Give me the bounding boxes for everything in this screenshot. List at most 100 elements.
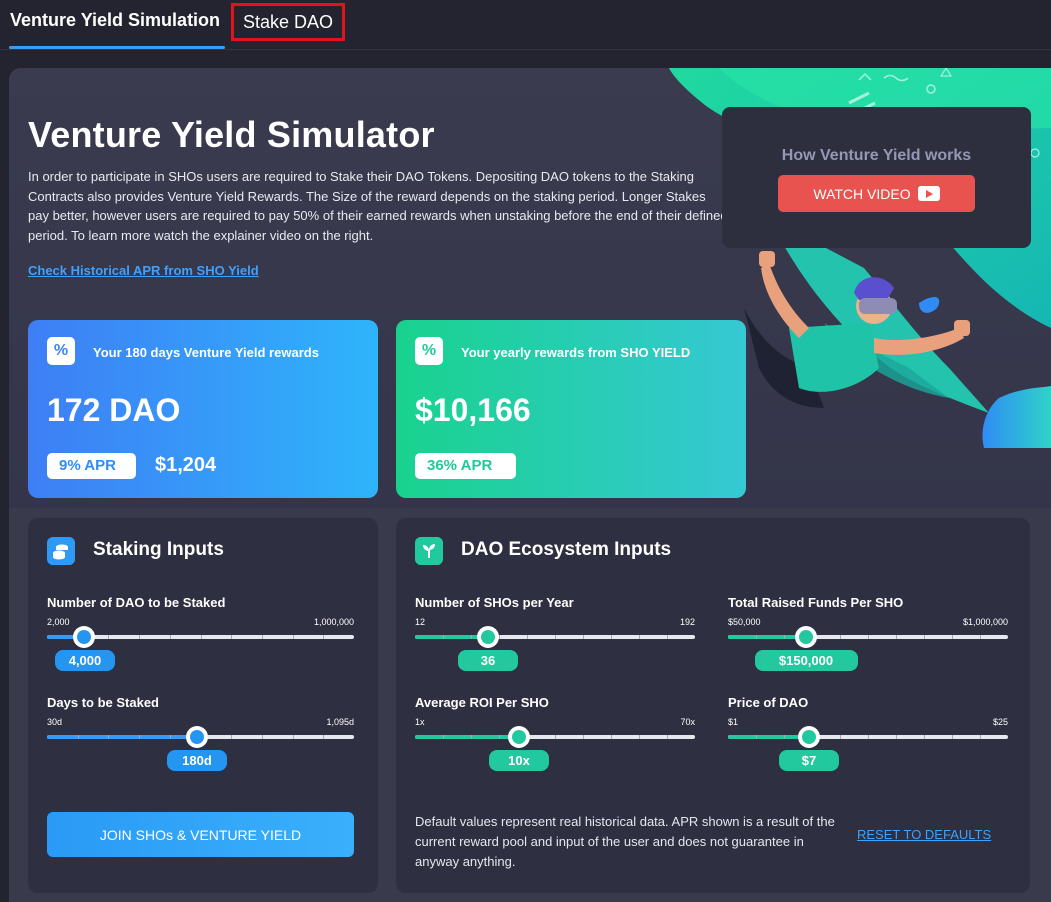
slider-tick [170, 635, 171, 639]
slider-tick [471, 735, 472, 739]
slider-handle[interactable] [73, 626, 95, 648]
slider-tick [868, 635, 869, 639]
slider-max: 70x [680, 717, 695, 727]
slider-tick [611, 735, 612, 739]
slider-value-pill: $150,000 [754, 650, 858, 671]
slider-label: Average ROI Per SHO [415, 695, 549, 710]
slider-value-pill: 36 [458, 650, 518, 671]
slider-tick [924, 735, 925, 739]
slider-max: 192 [679, 617, 695, 627]
slider-tick [262, 735, 263, 739]
slider-track[interactable] [415, 726, 695, 748]
tab-venture-yield-simulation[interactable]: Venture Yield Simulation [10, 10, 220, 31]
apr-badge: 9% APR [47, 453, 136, 479]
slider-fill [47, 735, 197, 739]
slider-tick [443, 635, 444, 639]
slider-tick [471, 635, 472, 639]
tab-stake-dao[interactable]: Stake DAO [231, 3, 345, 41]
watch-video-label: WATCH VIDEO [813, 185, 911, 202]
card-value: 172 DAO [47, 392, 181, 428]
slider-handle[interactable] [795, 626, 817, 648]
slider-value-pill: 4,000 [55, 650, 115, 671]
slider-label: Price of DAO [728, 695, 809, 710]
watch-video-button[interactable]: WATCH VIDEO [778, 175, 975, 212]
slider-min: 1x [415, 717, 425, 727]
hero-description: In order to participate in SHOs users ar… [28, 169, 728, 243]
slider-min: $1 [728, 717, 739, 727]
slider-tick [108, 635, 109, 639]
slider-tick [555, 635, 556, 639]
video-box: How Venture Yield works WATCH VIDEO [722, 107, 1031, 248]
slider-fill [728, 735, 809, 739]
percent-icon: % [415, 337, 443, 365]
slider-tick [231, 635, 232, 639]
slider-handle[interactable] [186, 726, 208, 748]
slider-tick [667, 635, 668, 639]
slider-tick [323, 735, 324, 739]
slider-track[interactable] [47, 726, 354, 748]
slider-tick [231, 735, 232, 739]
slider-tick [293, 635, 294, 639]
slider-track[interactable] [415, 626, 695, 648]
sho-yield-rewards-card: % Your yearly rewards from SHO YIELD $10… [396, 320, 746, 498]
card-label: Your yearly rewards from SHO YIELD [461, 345, 691, 360]
slider-max: 1,000,000 [313, 617, 354, 627]
slider-tick [443, 735, 444, 739]
slider-tick [555, 735, 556, 739]
slider-value-pill: 10x [489, 750, 549, 771]
slider-tick [896, 635, 897, 639]
staking-inputs-title: Staking Inputs [93, 539, 224, 560]
card-value: $10,166 [415, 392, 531, 428]
reset-to-defaults-link[interactable]: RESET TO DEFAULTS [857, 827, 991, 842]
slider-tick [840, 735, 841, 739]
slider-value-pill: $7 [779, 750, 839, 771]
historical-apr-link[interactable]: Check Historical APR from SHO Yield [28, 263, 259, 278]
staking-inputs-panel: Staking Inputs Number of DAO to be Stake… [28, 518, 378, 893]
slider-min: $50,000 [728, 617, 761, 627]
slider-handle[interactable] [477, 626, 499, 648]
apr-badge: 36% APR [415, 453, 516, 479]
slider-tick [980, 735, 981, 739]
slider-tick [611, 635, 612, 639]
tab-stake-dao-label: Stake DAO [242, 11, 334, 32]
slider-tick [201, 635, 202, 639]
slider-tick [78, 735, 79, 739]
slider-min: 30d [47, 717, 63, 727]
slider-handle[interactable] [508, 726, 530, 748]
page-title: Venture Yield Simulator [28, 114, 435, 155]
sprout-icon [415, 537, 443, 565]
dao-ecosystem-inputs-title: DAO Ecosystem Inputs [461, 539, 672, 560]
slider-tick [840, 635, 841, 639]
slider-tick [756, 635, 757, 639]
slider-label: Number of DAO to be Staked [47, 595, 226, 610]
slider-track[interactable] [728, 626, 1008, 648]
slider-tick [499, 735, 500, 739]
slider-tick [952, 735, 953, 739]
slider-tick [170, 735, 171, 739]
join-shos-venture-yield-button[interactable]: JOIN SHOs & VENTURE YIELD [47, 812, 354, 857]
slider-label: Total Raised Funds Per SHO [728, 595, 904, 610]
simulator-panel: Venture Yield Simulator In order to part… [9, 68, 1051, 902]
slider-tick [139, 735, 140, 739]
slider-track[interactable] [47, 626, 354, 648]
slider-track[interactable] [728, 726, 1008, 748]
slider-min: 12 [415, 617, 426, 627]
slider-handle[interactable] [798, 726, 820, 748]
play-icon [917, 186, 940, 201]
slider-min: 2,000 [47, 617, 70, 627]
active-tab-indicator [9, 46, 225, 49]
slider-tick [499, 635, 500, 639]
slider-max: $1,000,000 [962, 617, 1008, 627]
slider-fill [415, 735, 519, 739]
slider-tick [756, 735, 757, 739]
slider-max: $25 [992, 717, 1008, 727]
slider-tick [868, 735, 869, 739]
slider-tick [262, 635, 263, 639]
card-usd-value: $1,204 [155, 454, 217, 476]
coins-icon [47, 537, 75, 565]
slider-tick [784, 635, 785, 639]
slider-tick [667, 735, 668, 739]
tab-bar: Venture Yield Simulation Stake DAO [0, 0, 1051, 50]
video-title: How Venture Yield works [781, 147, 972, 164]
slider-tick [980, 635, 981, 639]
